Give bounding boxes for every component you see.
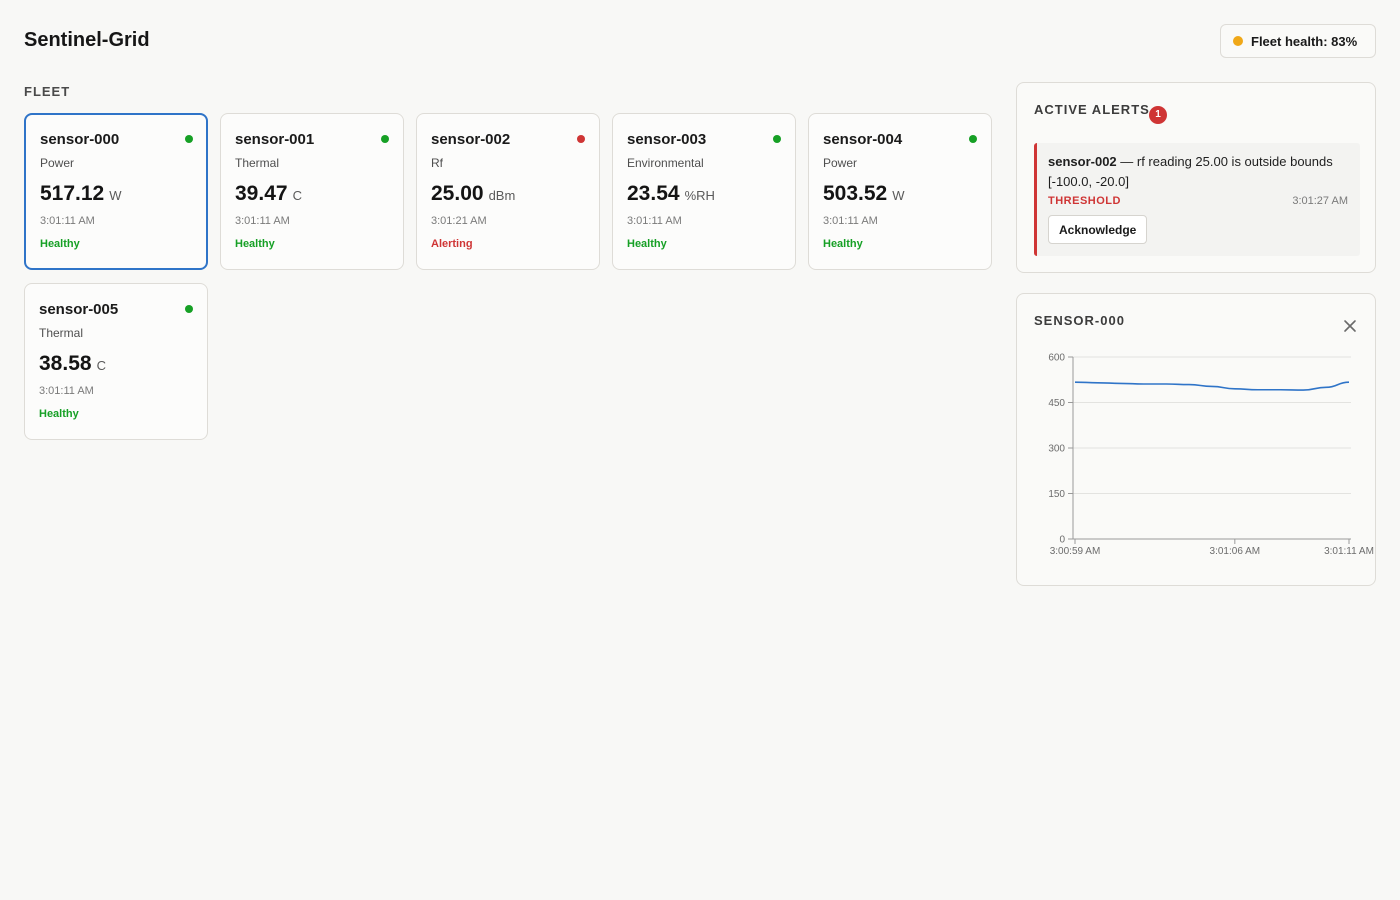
series-line <box>1074 381 1350 391</box>
sensor-card[interactable]: sensor-001 Thermal 39.47 C 3:01:11 AM Healthy <box>220 113 404 270</box>
status-dot <box>577 135 585 143</box>
status-dot <box>185 135 193 143</box>
sensor-name: sensor-003 <box>627 131 707 148</box>
sensor-card[interactable]: sensor-005 Thermal 38.58 C 3:01:11 AM Healthy <box>24 283 208 440</box>
x-tick-label: 3:01:11 AM <box>1324 546 1374 557</box>
reading-unit: C <box>292 188 302 203</box>
y-tick-label: 450 <box>1048 398 1065 409</box>
app-title: Sentinel-Grid <box>24 29 150 51</box>
status-dot <box>381 135 389 143</box>
health-status: Healthy <box>823 238 863 250</box>
y-tick-label: 600 <box>1048 353 1065 364</box>
alert-sensor-name: sensor-002 <box>1048 154 1117 169</box>
sensor-name: sensor-005 <box>39 301 119 318</box>
active-alerts-heading: ACTIVE ALERTS <box>1034 102 1150 117</box>
fleet-health-label: Fleet health: 83% <box>1251 33 1358 49</box>
sensor-name: sensor-002 <box>431 131 511 148</box>
health-status: Healthy <box>627 238 667 250</box>
sensor-name: sensor-000 <box>40 131 120 148</box>
alert-time: 3:01:27 AM <box>1292 195 1348 207</box>
reading-row: 503.52 W <box>823 182 977 206</box>
active-alerts-panel: ACTIVE ALERTS 1 sensor-002 — rf reading … <box>1016 82 1376 273</box>
reading-value: 39.47 <box>235 182 288 205</box>
sensor-type: Power <box>823 156 858 170</box>
y-tick-label: 150 <box>1048 489 1065 500</box>
reading-unit: W <box>109 188 122 203</box>
reading-time: 3:01:11 AM <box>627 215 682 227</box>
sensor-card[interactable]: sensor-003 Environmental 23.54 %RH 3:01:11 A… <box>612 113 796 270</box>
fleet-health-dot <box>1233 36 1243 46</box>
alert-message: sensor-002 — rf reading 25.00 is outside… <box>1048 152 1348 192</box>
health-status: Healthy <box>40 238 80 250</box>
sensor-type: Thermal <box>235 156 280 170</box>
alert-item: sensor-002 — rf reading 25.00 is outside… <box>1034 143 1360 256</box>
reading-unit: %RH <box>684 188 715 203</box>
reading-unit: dBm <box>488 188 516 203</box>
reading-unit: C <box>96 358 106 373</box>
sensor-line-chart: 0 150 300 450 600 3:00:59 AM 3:01:06 AM 3:01:11… <box>1048 353 1374 558</box>
reading-row: 23.54 %RH <box>627 182 781 206</box>
sensor-chart-panel: SENSOR-000 0 150 300 450 600 3:00:59 AM 3:01:0… <box>1016 293 1376 586</box>
sensor-name: sensor-001 <box>235 131 315 148</box>
health-status: Healthy <box>235 238 275 250</box>
x-tick-label: 3:00:59 AM <box>1050 546 1101 557</box>
sensor-card[interactable]: sensor-002 Rf 25.00 dBm 3:01:21 AM Alerting <box>416 113 600 270</box>
reading-time: 3:01:11 AM <box>235 215 290 227</box>
fleet-section-label: FLEET <box>24 84 71 99</box>
x-tick-label: 3:01:06 AM <box>1210 546 1261 557</box>
reading-time: 3:01:11 AM <box>39 385 94 397</box>
sensor-type: Rf <box>431 156 443 170</box>
reading-row: 38.58 C <box>39 352 193 376</box>
reading-time: 3:01:21 AM <box>431 215 487 227</box>
alert-kind: THRESHOLD <box>1048 195 1121 207</box>
reading-row: 517.12 W <box>40 182 193 206</box>
reading-value: 23.54 <box>627 182 680 205</box>
sensor-type: Power <box>40 156 75 170</box>
reading-time: 3:01:11 AM <box>40 215 95 227</box>
fleet-health-badge: Fleet health: 83% <box>1220 24 1376 58</box>
health-status: Alerting <box>431 238 473 250</box>
health-status: Healthy <box>39 408 79 420</box>
y-tick-label: 300 <box>1048 444 1065 455</box>
sensor-name: sensor-004 <box>823 131 903 148</box>
acknowledge-button[interactable]: Acknowledge <box>1048 215 1148 244</box>
status-dot <box>773 135 781 143</box>
fleet-grid: sensor-000 Power 517.12 W 3:01:11 AM Healthy s… <box>24 113 992 440</box>
reading-unit: W <box>892 188 905 203</box>
reading-value: 503.52 <box>823 182 888 205</box>
reading-value: 25.00 <box>431 182 484 205</box>
reading-value: 38.58 <box>39 352 92 375</box>
sensor-card[interactable]: sensor-000 Power 517.12 W 3:01:11 AM Healthy <box>24 113 208 270</box>
reading-row: 25.00 dBm <box>431 182 585 206</box>
reading-row: 39.47 C <box>235 182 389 206</box>
reading-value: 517.12 <box>40 182 105 205</box>
alert-count-badge: 1 <box>1149 106 1167 124</box>
reading-time: 3:01:11 AM <box>823 215 878 227</box>
sensor-type: Environmental <box>627 156 704 170</box>
alert-meta: THRESHOLD 3:01:27 AM <box>1048 195 1348 207</box>
status-dot <box>185 305 193 313</box>
status-dot <box>969 135 977 143</box>
y-tick-label: 0 <box>1059 535 1065 546</box>
sensor-type: Thermal <box>39 326 84 340</box>
sensor-card[interactable]: sensor-004 Power 503.52 W 3:01:11 AM Healthy <box>808 113 992 270</box>
